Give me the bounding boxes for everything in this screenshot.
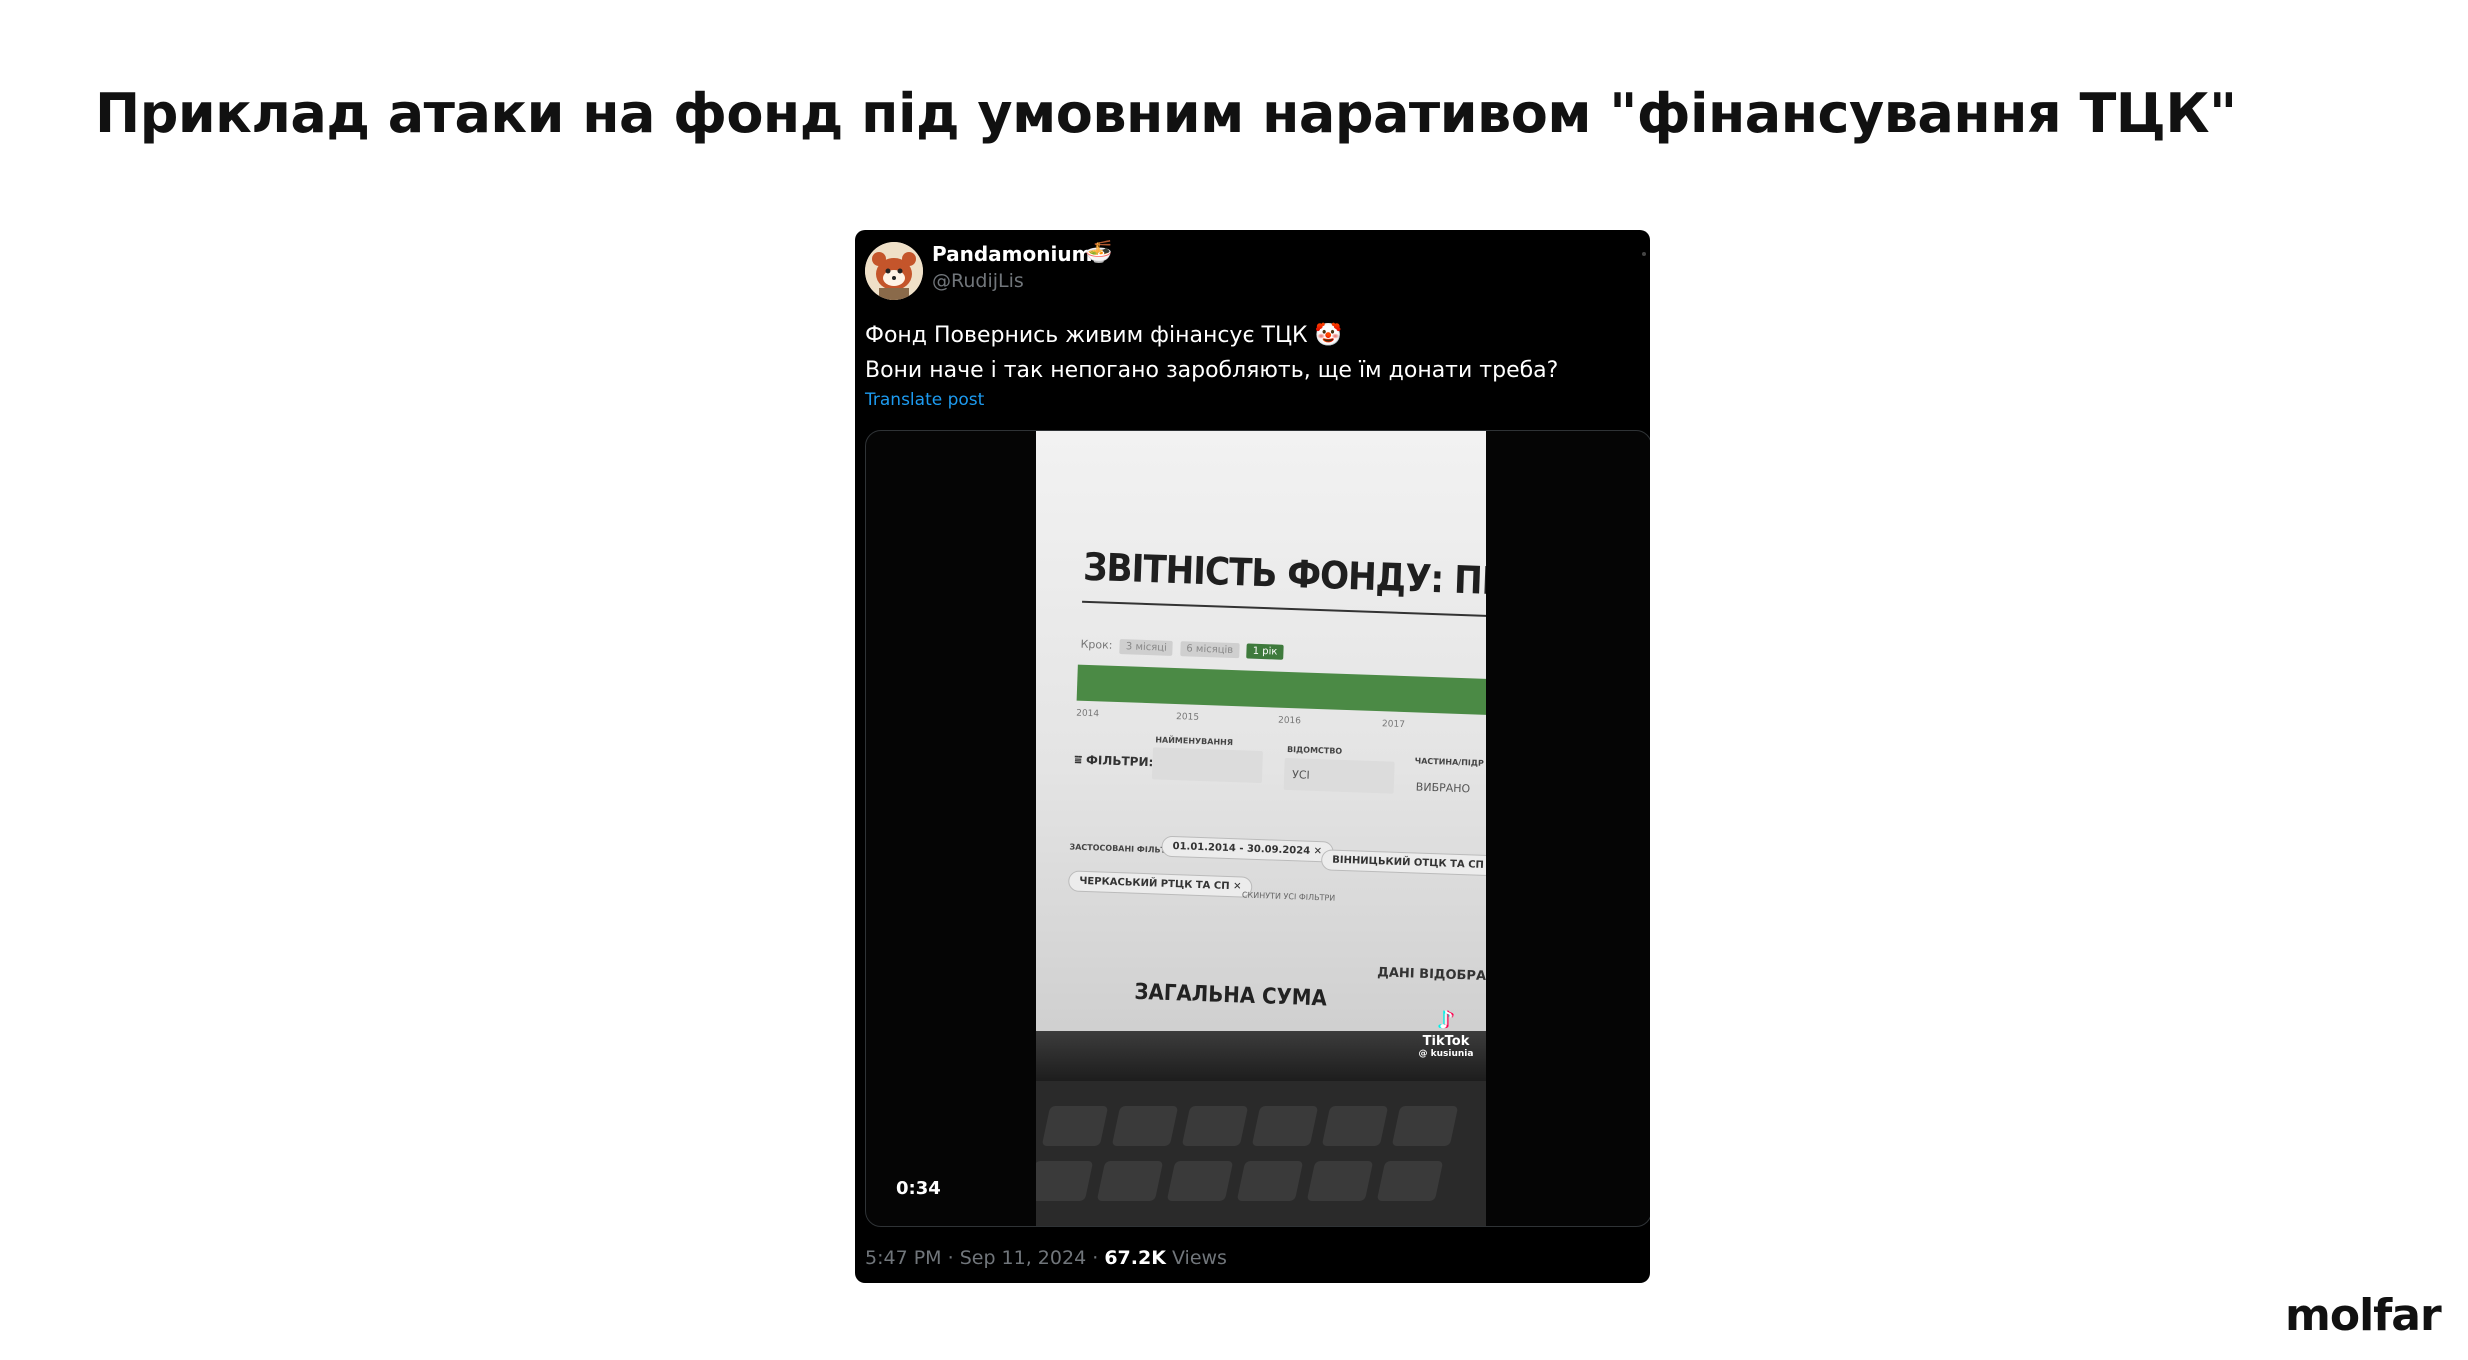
laptop-screen: ЗВІТНІСТЬ ФОНДУ: ПЕРЕДАЧІ Крок: 3 місяці… bbox=[1036, 431, 1486, 1041]
filter-chip-cherkasy: ЧЕРКАСЬКИЙ РТЦК ТА СП ✕ bbox=[1067, 870, 1253, 898]
display-name[interactable]: Pandamonium bbox=[932, 242, 1092, 266]
year-label: 2017 bbox=[1381, 719, 1406, 731]
clear-all-filters: СКИНУТИ УСІ ФІЛЬТРИ bbox=[1241, 890, 1336, 903]
report-title: ЗВІТНІСТЬ ФОНДУ: ПЕРЕДАЧІ bbox=[1082, 544, 1486, 609]
tweet-text: Фонд Повернись живим фінансує ТЦК 🤡 Вони… bbox=[865, 318, 1635, 388]
keyboard bbox=[1036, 1081, 1486, 1226]
red-panda-avatar-icon bbox=[865, 242, 923, 300]
data-shown-label: ДАНІ ВІДОБРАЖ bbox=[1377, 965, 1486, 985]
step-option-1y: 1 рік bbox=[1246, 643, 1284, 660]
tweet-time[interactable]: 5:47 PM bbox=[865, 1247, 942, 1269]
filter-chip-dates: 01.01.2014 - 30.09.2024 ✕ bbox=[1161, 835, 1334, 863]
tweet-meta: 5:47 PM · Sep 11, 2024 · 67.2K Views bbox=[865, 1247, 1227, 1269]
tiktok-label: TikTok bbox=[1422, 1034, 1470, 1049]
year-label: 2014 bbox=[1075, 708, 1100, 720]
name-field-label: НАЙМЕНУВАННЯ bbox=[1155, 735, 1234, 748]
slide-title: Приклад атаки на фонд під умовним нарати… bbox=[95, 82, 2237, 145]
step-option-3m: 3 місяці bbox=[1119, 639, 1174, 656]
department-label: ВІДОМСТВО bbox=[1286, 744, 1343, 756]
filter-chip-vinnytsia: ВІННИЦЬКИЙ ОТЦК ТА СП bbox=[1320, 849, 1486, 877]
noodle-emoji-icon: 🍜 bbox=[1085, 240, 1113, 265]
tiktok-handle: @ kusiunia bbox=[1418, 1049, 1474, 1059]
filters-label: ⩸ ФІЛЬТРИ: bbox=[1074, 752, 1154, 770]
views-count: 67.2K bbox=[1104, 1247, 1166, 1269]
name-field bbox=[1151, 747, 1263, 784]
timeline-bar bbox=[1076, 664, 1486, 716]
avatar[interactable] bbox=[865, 242, 923, 300]
unit-value: ВИБРАНО bbox=[1415, 780, 1471, 796]
meta-separator: · bbox=[1092, 1247, 1099, 1269]
year-label: 2015 bbox=[1175, 712, 1200, 723]
meta-separator: · bbox=[947, 1247, 954, 1269]
year-label: 2016 bbox=[1277, 715, 1302, 727]
department-value: УСІ bbox=[1291, 768, 1311, 782]
more-options-icon[interactable] bbox=[1642, 252, 1646, 256]
total-sum-label: ЗАГАЛЬНА СУМА bbox=[1134, 979, 1328, 1012]
tweet-text-line-1: Фонд Повернись живим фінансує ТЦК 🤡 bbox=[865, 323, 1343, 348]
tweet-date[interactable]: Sep 11, 2024 bbox=[960, 1247, 1086, 1269]
tweet-text-line-2: Вони наче і так непогано заробляють, ще … bbox=[865, 358, 1559, 383]
tweet-card[interactable]: Pandamonium 🍜 @RudijLis Фонд Повернись ж… bbox=[855, 230, 1650, 1283]
tiktok-watermark: ♪ TikTok @ kusiunia bbox=[1416, 1006, 1476, 1059]
step-option-6m: 6 місяців bbox=[1180, 641, 1240, 659]
molfar-logo: molfar bbox=[2285, 1290, 2442, 1341]
step-label: Крок: bbox=[1080, 637, 1113, 652]
translate-post-link[interactable]: Translate post bbox=[865, 390, 984, 410]
video-duration: 0:34 bbox=[896, 1178, 941, 1199]
user-handle[interactable]: @RudijLis bbox=[932, 270, 1024, 292]
title-underline bbox=[1082, 600, 1486, 620]
views-label: Views bbox=[1171, 1247, 1227, 1269]
video-frame[interactable]: ЗВІТНІСТЬ ФОНДУ: ПЕРЕДАЧІ Крок: 3 місяці… bbox=[1036, 431, 1486, 1226]
unit-label: ЧАСТИНА/ПІДР bbox=[1414, 756, 1484, 768]
step-selector: Крок: 3 місяці 6 місяців 1 рік bbox=[1080, 637, 1284, 660]
video-player[interactable]: ЗВІТНІСТЬ ФОНДУ: ПЕРЕДАЧІ Крок: 3 місяці… bbox=[865, 430, 1650, 1227]
tiktok-icon: ♪ bbox=[1438, 1006, 1454, 1034]
